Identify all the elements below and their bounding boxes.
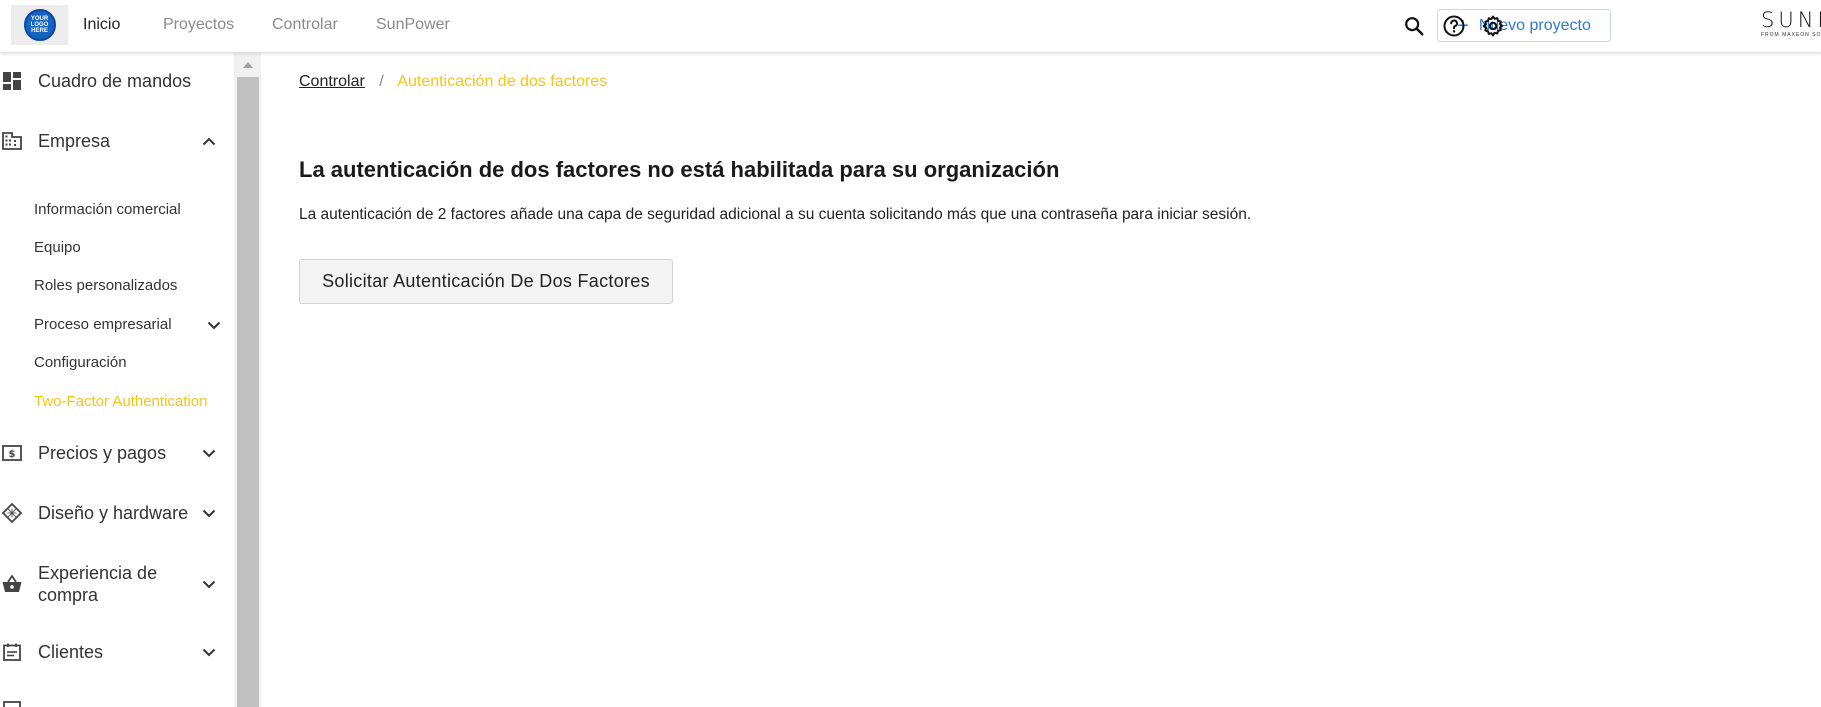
panel-grid-icon (2, 503, 22, 523)
top-bar: YOUR LOGO HERE Inicio Proyectos Controla… (0, 0, 1821, 53)
sidebar-item-diseno[interactable]: Diseño y hardware (0, 501, 225, 525)
dashboard-icon (2, 71, 22, 91)
sidebar-item-label: Clientes (38, 642, 104, 662)
breadcrumb: Controlar / Autenticación de dos factore… (299, 73, 607, 91)
chevron-down-icon (199, 503, 219, 523)
logo-badge: YOUR LOGO HERE (23, 9, 56, 41)
sidebar-item-label: Cuadro de mandos (38, 71, 192, 91)
sidebar-item-label: Experiencia de compra (38, 563, 158, 605)
page-description: La autenticación de 2 factores añade una… (299, 206, 1252, 223)
calendar-list-icon (2, 642, 22, 662)
sidebar-subitem-two-factor[interactable]: Two-Factor Authentication (34, 393, 207, 410)
sidebar-item-label: Diseño y hardware (38, 503, 189, 523)
nav-controlar[interactable]: Controlar (272, 16, 338, 34)
sidebar-subitem-equipo[interactable]: Equipo (34, 239, 81, 256)
breadcrumb-parent-link[interactable]: Controlar (299, 73, 365, 90)
sidebar-subitem-roles[interactable]: Roles personalizados (34, 277, 177, 294)
brand-logo: SUNPOWER FROM MAXEON SOLAR TECHNOLOGIES (1761, 9, 1821, 38)
sidebar-item-dashboard[interactable]: Cuadro de mandos (0, 69, 225, 93)
chevron-down-icon (199, 443, 219, 463)
sidebar-scrollbar[interactable] (234, 53, 261, 707)
page-title: La autenticación de dos factores no está… (299, 157, 1060, 182)
sidebar: Cuadro de mandos Empresa Información com… (0, 53, 236, 707)
nav-proyectos[interactable]: Proyectos (163, 16, 234, 34)
chevron-down-icon (199, 642, 219, 662)
request-two-factor-button[interactable]: Solicitar Autenticación De Dos Factores (299, 259, 673, 304)
building-icon (2, 131, 22, 151)
brand-name: SUNPOWER (1761, 9, 1821, 32)
scrollbar-thumb[interactable] (237, 77, 259, 707)
grid-icon (2, 700, 22, 707)
chevron-up-icon (199, 131, 219, 151)
sidebar-item-precios[interactable]: $ Precios y pagos (0, 441, 225, 465)
sidebar-item-experiencia[interactable]: Experiencia de compra (0, 560, 225, 608)
sidebar-subitem-info-comercial[interactable]: Información comercial (34, 201, 181, 218)
nav-sunpower[interactable]: SunPower (376, 16, 450, 34)
money-icon: $ (2, 443, 22, 463)
sidebar-item-clientes[interactable]: Clientes (0, 640, 225, 664)
sidebar-item-label: Empresa (38, 131, 111, 151)
sidebar-subitem-proceso[interactable]: Proceso empresarial (34, 316, 172, 333)
breadcrumb-current: Autenticación de dos factores (397, 73, 608, 90)
help-icon[interactable] (1441, 13, 1467, 39)
basket-icon (2, 574, 22, 594)
search-icon[interactable] (1401, 13, 1427, 39)
sidebar-item-label: Precios y pagos (38, 443, 167, 463)
scroll-up-arrow-icon[interactable] (234, 59, 261, 71)
main-content: Controlar / Autenticación de dos factore… (261, 53, 1821, 707)
company-logo[interactable]: YOUR LOGO HERE (11, 5, 68, 45)
sidebar-item-empresa[interactable]: Empresa (0, 129, 225, 153)
gear-icon[interactable] (1480, 13, 1506, 39)
sidebar-subitem-configuracion[interactable]: Configuración (34, 354, 127, 371)
chevron-down-icon[interactable] (204, 315, 224, 335)
breadcrumb-separator: / (379, 73, 384, 90)
brand-subtitle: FROM MAXEON SOLAR TECHNOLOGIES (1761, 32, 1821, 38)
sidebar-item-partial[interactable] (0, 698, 225, 707)
nav-inicio[interactable]: Inicio (83, 16, 120, 34)
svg-text:$: $ (9, 449, 16, 460)
chevron-down-icon (199, 574, 219, 594)
